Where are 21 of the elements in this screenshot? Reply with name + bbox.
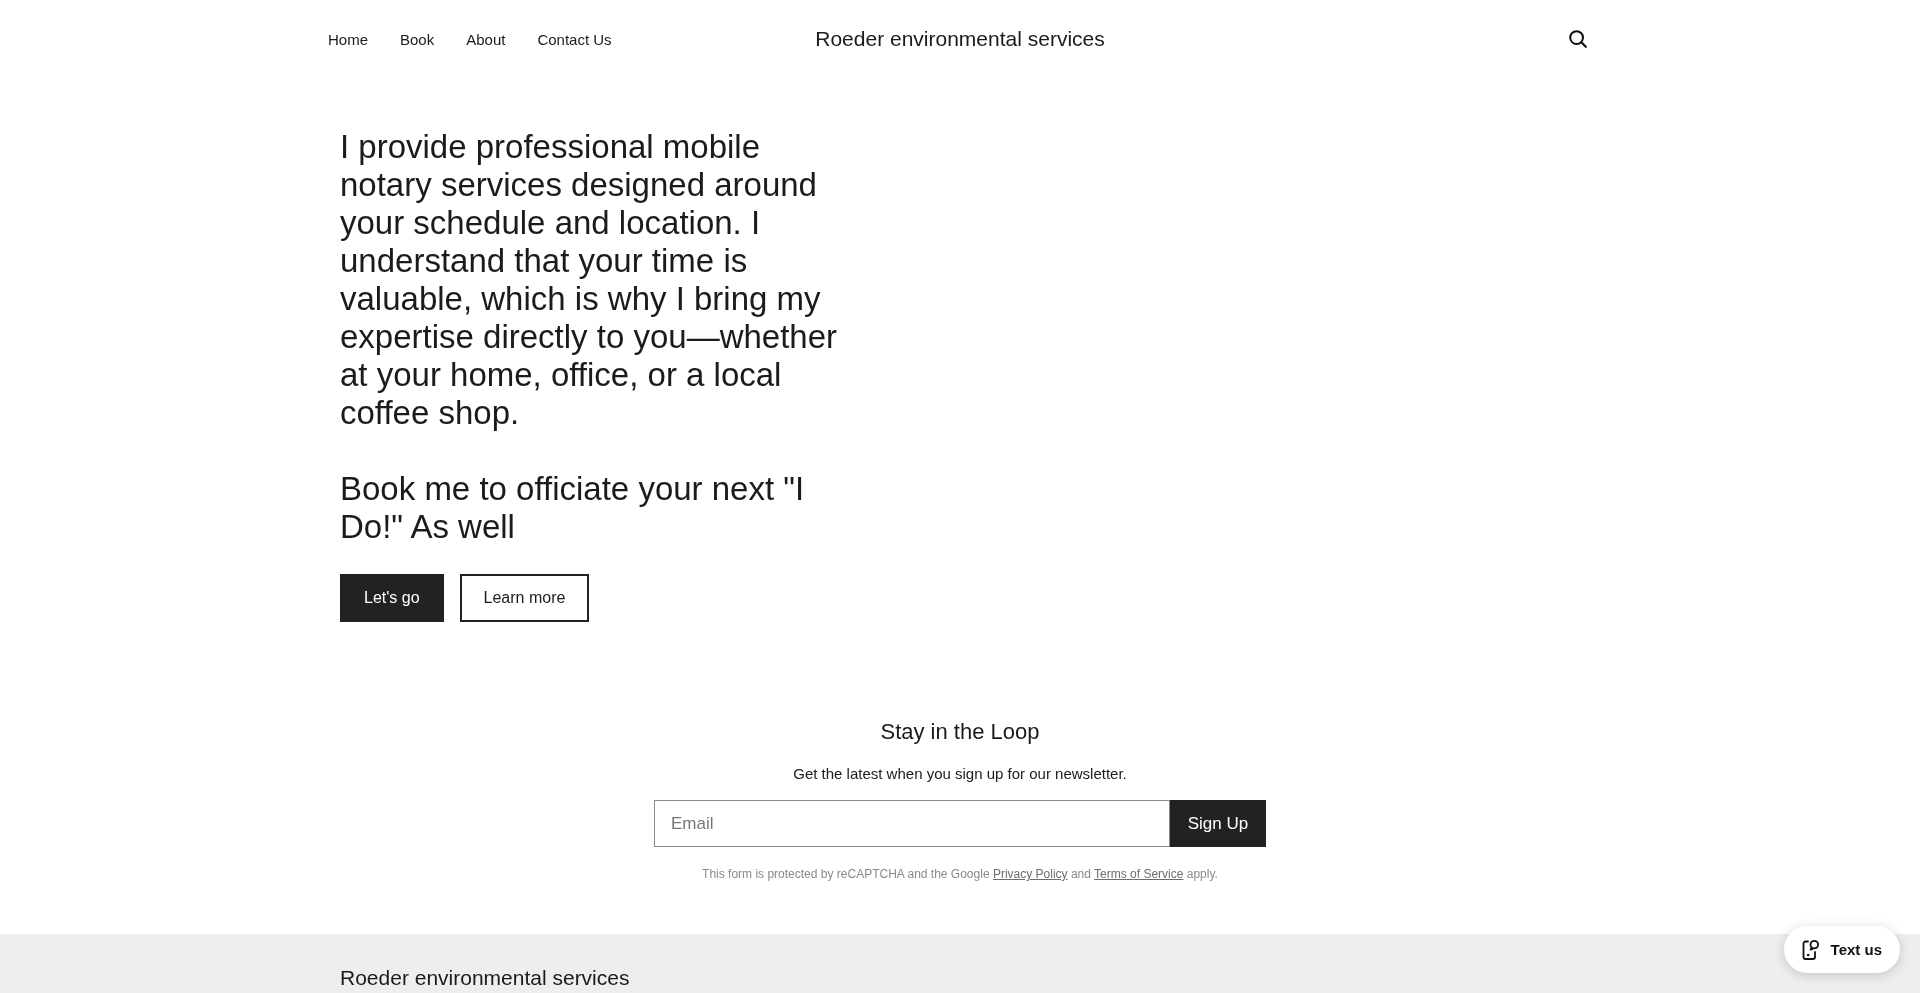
- hero-paragraph: Book me to officiate your next "I Do!" As well: [340, 470, 806, 546]
- nav-link[interactable]: Home: [328, 30, 368, 48]
- legal-link[interactable]: Privacy Policy: [992, 867, 1068, 881]
- footer-site-title: Roeder environmental services: [340, 966, 630, 990]
- nav-link[interactable]: Contact Us: [537, 30, 612, 48]
- site-title[interactable]: Roeder environmental services: [815, 27, 1105, 51]
- newsletter-subtitle: Get the latest when you sign up for our newsletter.: [792, 764, 1128, 784]
- outline-button[interactable]: Learn more: [459, 574, 590, 622]
- text-us-button[interactable]: Text us: [1783, 926, 1900, 973]
- hero-paragraph: I provide professional mobile notary services designed around your schedule and location. I understand that your time is valuable, which is why I bring my expertise directly to you—whether at your home, office, or a local coffee shop.: [340, 128, 839, 432]
- recaptcha-notice: This form is protected by reCAPTCHA and the Google Privacy Policy and Terms of Service apply.: [701, 866, 1219, 882]
- search-button[interactable]: [1569, 30, 1587, 48]
- nav-link[interactable]: About: [466, 30, 506, 48]
- email-field[interactable]: Email: [654, 800, 1170, 847]
- search-icon: [1569, 30, 1587, 48]
- sign-up-button[interactable]: Sign Up: [1170, 800, 1266, 847]
- nav-link[interactable]: Book: [400, 30, 435, 48]
- primary-button[interactable]: Let's go: [340, 574, 444, 622]
- newsletter-title: Stay in the Loop: [879, 718, 1041, 746]
- phone-chat-icon: [1800, 938, 1821, 961]
- legal-link[interactable]: Terms of Service: [1094, 867, 1184, 881]
